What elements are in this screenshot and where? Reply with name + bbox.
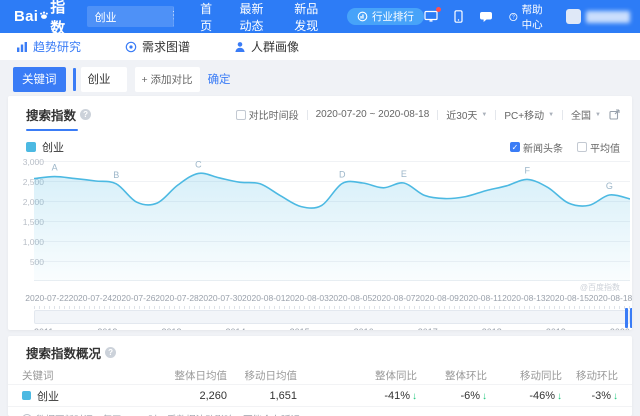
chart-controls: 对比时间段 2020-07-20 ~ 2020-08-18 近30天 ▼ PC+移… bbox=[235, 107, 620, 122]
desktop-notification-icon[interactable] bbox=[424, 7, 441, 23]
notification-badge bbox=[435, 7, 441, 12]
time-span-dropdown[interactable]: 近30天 ▼ bbox=[446, 107, 487, 122]
year-label: 2015 bbox=[290, 327, 310, 330]
baidu-paw-icon bbox=[40, 10, 49, 19]
mobile-app-icon[interactable] bbox=[454, 10, 463, 23]
legend-swatch bbox=[26, 142, 36, 152]
news-headlines-checkbox[interactable]: ✓ 新闻头条 bbox=[510, 140, 563, 155]
year-label: 2014 bbox=[226, 327, 246, 330]
keyword-swatch bbox=[22, 391, 31, 400]
checkbox-icon bbox=[235, 109, 246, 120]
keyword-bar: 关键词 + 添加对比 确定 bbox=[0, 62, 640, 96]
svg-text:C: C bbox=[195, 161, 202, 169]
ranking-medal-icon bbox=[357, 11, 368, 22]
mobile-daily-avg: 1,651 bbox=[269, 389, 297, 402]
search-button[interactable]: 搜索 bbox=[172, 6, 175, 27]
mobile-qoq: -3% ↓ bbox=[591, 389, 618, 402]
tab-demand-graph[interactable]: 需求图谱 bbox=[125, 38, 190, 55]
mobile-yoy: -46% ↓ bbox=[529, 389, 562, 402]
logo-bai-text: Bai bbox=[14, 8, 39, 25]
user-name-blurred bbox=[586, 10, 630, 23]
keyword-input[interactable] bbox=[80, 66, 127, 92]
time-range-slider[interactable] bbox=[34, 308, 632, 328]
x-axis-labels: 2020-07-22 2020-07-24 2020-07-26 2020-07-28… bbox=[25, 293, 632, 303]
year-label: 2012 bbox=[97, 327, 117, 330]
year-label: 2016 bbox=[354, 327, 374, 330]
avatar bbox=[566, 9, 581, 24]
chevron-down-icon: ▼ bbox=[595, 111, 601, 118]
trend-plot: A B C D E F G bbox=[34, 161, 630, 281]
card-title: 搜索指数 ? bbox=[26, 105, 92, 124]
overall-qoq: -6% ↓ bbox=[460, 389, 487, 402]
industry-ranking-button[interactable]: 行业排行 bbox=[346, 8, 424, 25]
overall-daily-avg: 2,260 bbox=[199, 389, 227, 402]
axis-ticks bbox=[34, 306, 630, 309]
keyword-label-button[interactable]: 关键词 bbox=[13, 66, 66, 92]
svg-text:A: A bbox=[52, 163, 58, 173]
overall-yoy: -41% ↓ bbox=[384, 389, 417, 402]
index-overview-card: 搜索指数概况 ? 关键词 整体日均值 移动日均值 整体同比 整体环比 移动同比 … bbox=[8, 336, 632, 416]
series-legend[interactable]: 创业 bbox=[26, 139, 64, 155]
compare-period-checkbox[interactable]: 对比时间段 bbox=[235, 107, 299, 122]
export-icon[interactable] bbox=[609, 109, 620, 120]
trend-chart[interactable]: 5001,0001,5002,0002,5003,000 ABCDEFG bbox=[23, 157, 630, 281]
tab-audience-profile[interactable]: 人群画像 bbox=[234, 38, 299, 55]
table-row[interactable]: 创业 2,260 1,651 -41% ↓ -6% ↓ -46% ↓ -3% ↓ bbox=[8, 384, 632, 407]
add-compare-button[interactable]: + 添加对比 bbox=[134, 66, 200, 92]
device-dropdown[interactable]: PC+移动 ▼ bbox=[504, 107, 554, 122]
checkbox-checked-icon: ✓ bbox=[510, 142, 520, 152]
region-dropdown[interactable]: 全国 ▼ bbox=[571, 107, 601, 122]
logo-suffix-text: 指数 bbox=[50, 0, 66, 37]
confirm-button[interactable]: 确定 bbox=[208, 71, 231, 87]
person-icon bbox=[235, 41, 245, 52]
svg-text:?: ? bbox=[512, 14, 515, 20]
top-nav-links: 首页 最新动态 新品发现 bbox=[200, 0, 325, 34]
year-label: 2013 bbox=[161, 327, 181, 330]
svg-text:G: G bbox=[606, 181, 613, 191]
header-search: 搜索 bbox=[86, 6, 175, 27]
average-value-checkbox[interactable]: 平均值 bbox=[577, 140, 620, 155]
year-label: 2017 bbox=[418, 327, 438, 330]
user-account[interactable] bbox=[566, 9, 630, 24]
keyword-color-bar bbox=[72, 67, 76, 91]
message-icon[interactable] bbox=[479, 11, 493, 23]
svg-text:B: B bbox=[113, 170, 119, 180]
overview-title: 搜索指数概况 ? bbox=[26, 343, 117, 362]
year-label: 2019 bbox=[546, 327, 566, 330]
help-center-link[interactable]: ? 帮助中心 bbox=[509, 2, 552, 32]
search-index-card: 搜索指数 ? 对比时间段 2020-07-20 ~ 2020-08-18 近30… bbox=[8, 96, 632, 330]
nav-latest-news[interactable]: 最新动态 bbox=[240, 0, 271, 34]
bar-chart-icon bbox=[17, 41, 27, 52]
section-tabs: 趋势研究 需求图谱 人群画像 bbox=[0, 33, 640, 60]
checkbox-icon bbox=[577, 142, 587, 152]
nav-new-products[interactable]: 新品发现 bbox=[294, 0, 325, 34]
radar-icon bbox=[125, 41, 137, 52]
keyword-cell: 创业 bbox=[22, 388, 142, 404]
search-input[interactable] bbox=[86, 6, 173, 27]
date-range-picker[interactable]: 2020-07-20 ~ 2020-08-18 bbox=[316, 109, 430, 120]
help-question-icon[interactable]: ? bbox=[105, 347, 117, 358]
data-update-note: ! 数据更新时间：每天12~16时，受数据波动影响，可能会有延迟。 bbox=[8, 407, 632, 416]
watermark: @百度指数 bbox=[579, 283, 620, 292]
chevron-down-icon: ▼ bbox=[481, 111, 488, 118]
year-labels: 2011201220132014201520162017201820192020 bbox=[34, 327, 630, 330]
down-arrow-icon: ↓ bbox=[613, 390, 618, 402]
year-label: 2011 bbox=[34, 327, 53, 330]
slider-handle[interactable] bbox=[625, 308, 632, 328]
svg-text:E: E bbox=[401, 169, 407, 179]
nav-home[interactable]: 首页 bbox=[200, 0, 215, 34]
table-header: 关键词 整体日均值 移动日均值 整体同比 整体环比 移动同比 移动环比 bbox=[22, 370, 618, 382]
year-label: 2018 bbox=[482, 327, 502, 330]
help-question-icon[interactable]: ? bbox=[80, 109, 92, 120]
top-navbar: Bai 指数 搜索 首页 最新动态 新品发现 行业排行 bbox=[0, 0, 640, 37]
svg-text:D: D bbox=[339, 169, 346, 179]
help-icon: ? bbox=[509, 12, 518, 21]
svg-text:F: F bbox=[524, 165, 530, 175]
baidu-index-logo[interactable]: Bai 指数 bbox=[14, 0, 71, 38]
tab-trend-research[interactable]: 趋势研究 bbox=[16, 38, 81, 55]
chevron-down-icon: ▼ bbox=[548, 111, 555, 118]
